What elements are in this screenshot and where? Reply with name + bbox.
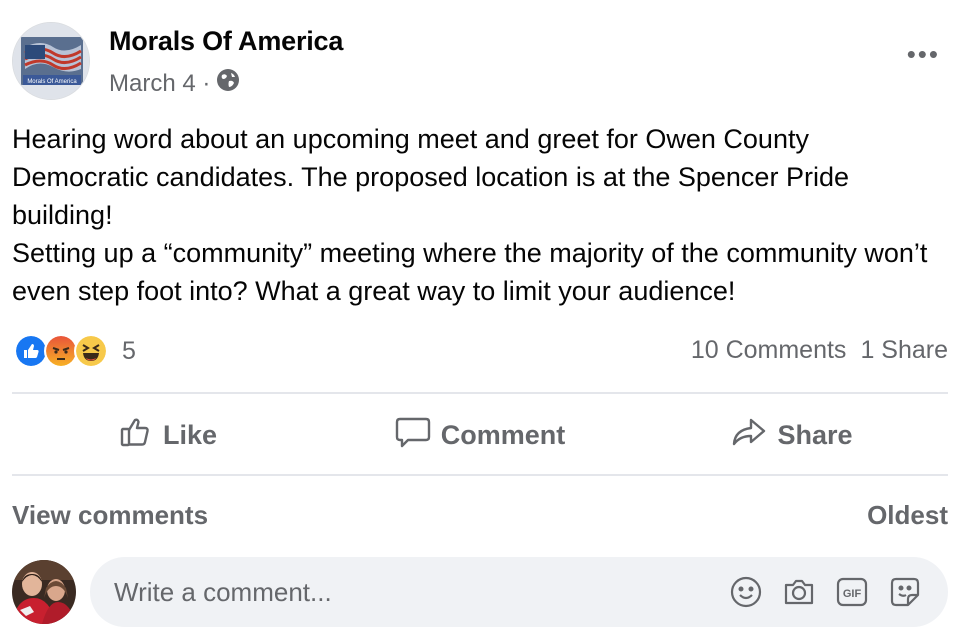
sort-oldest-button[interactable]: Oldest [867,500,948,531]
angry-reaction-icon [44,334,78,368]
like-label: Like [162,419,218,450]
post-date[interactable]: March 4 · [109,70,210,98]
post-header: Morals Of America Morals Of America Marc… [12,22,948,102]
haha-reaction-icon [74,334,108,368]
composer-tools: GIF [729,575,922,609]
like-reaction-icon [14,334,48,368]
share-arrow-icon [731,416,767,455]
globe-icon [216,68,240,99]
post-paragraph: Hearing word about an upcoming meet and … [12,124,849,230]
share-label: Share [777,419,853,450]
more-options-icon[interactable]: ••• [907,41,940,67]
svg-text:GIF: GIF [843,588,862,600]
sticker-icon[interactable] [888,575,922,609]
camera-icon[interactable] [782,575,816,609]
avatar-caption: Morals Of America [27,79,77,85]
view-comments-link[interactable]: View comments [12,500,208,530]
share-count[interactable]: 1 Share [860,336,948,365]
engagement-counts: 10 Comments 1 Share [691,336,948,365]
comments-header: View comments Oldest [12,500,948,531]
thumbs-up-icon [119,415,153,456]
comment-input[interactable]: Write a comment... [114,577,332,608]
post-text: Hearing word about an upcoming meet and … [12,120,948,310]
emoji-icon[interactable] [729,575,763,609]
action-bar: Like Comment Share [12,396,948,474]
divider [12,392,948,394]
user-avatar[interactable] [12,560,76,624]
page-avatar[interactable]: Morals Of America [12,22,90,100]
post-paragraph: Setting up a “community” meeting where t… [12,238,928,306]
share-button[interactable]: Share [636,396,948,474]
comment-count[interactable]: 10 Comments [691,336,847,365]
gif-icon[interactable]: GIF [835,575,869,609]
reactions-summary[interactable]: 5 [14,333,136,369]
like-button[interactable]: Like [12,396,324,474]
comment-composer[interactable]: Write a comment... GIF [90,557,948,627]
divider [12,474,948,476]
post-meta: March 4 · [109,68,240,99]
reaction-count: 5 [122,336,136,365]
comment-label: Comment [440,419,566,450]
page-name[interactable]: Morals Of America [109,26,343,57]
comment-button[interactable]: Comment [324,396,636,474]
comment-bubble-icon [395,415,431,456]
